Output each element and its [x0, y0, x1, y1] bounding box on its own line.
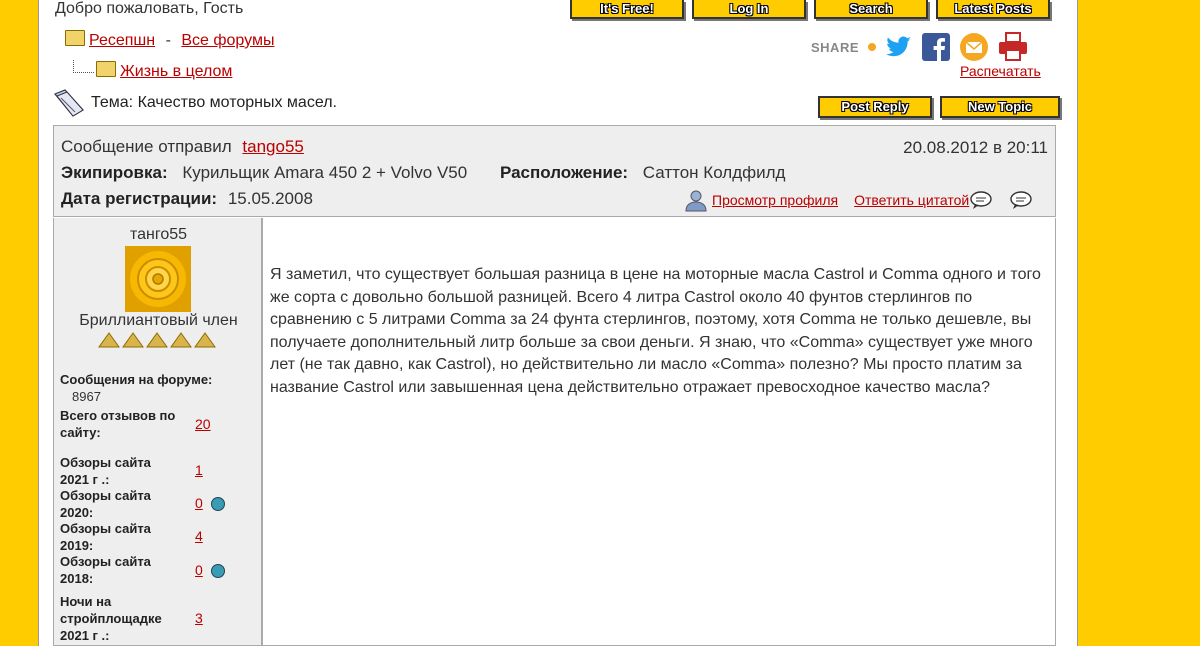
post-reply-button[interactable]: Post Reply	[818, 96, 932, 118]
search-button[interactable]: Search	[814, 0, 928, 19]
equipment-value: Курильщик Amara 450 2 + Volvo V50	[182, 163, 468, 182]
open-folder-icon	[96, 61, 116, 77]
rank-badge-icon	[122, 332, 144, 348]
new-topic-button[interactable]: New Topic	[940, 96, 1060, 118]
latest-posts-button[interactable]: Latest Posts	[936, 0, 1050, 19]
reviews-2021-link[interactable]: 1	[195, 462, 203, 478]
equipment-label: Экипировка:	[61, 163, 168, 182]
all-forums-link[interactable]: Все форумы	[181, 32, 274, 49]
registration-row: Дата регистрации: 15.05.2008	[61, 189, 313, 209]
twitter-icon[interactable]	[885, 35, 913, 59]
equipment-row: Экипировка: Курильщик Amara 450 2 + Volv…	[61, 163, 785, 183]
email-icon[interactable]	[959, 32, 989, 62]
user-sidebar: танго55 Бриллиантовый член Сообщения на …	[53, 218, 262, 646]
topic-title: Тема: Качество моторных масел.	[53, 88, 337, 118]
sent-by-label: Сообщение отправил	[61, 137, 232, 156]
post-author-row: Сообщение отправил tango55	[61, 137, 304, 157]
registration-date: 15.05.2008	[227, 189, 313, 208]
reply-quote-link[interactable]: Ответить цитатой	[854, 192, 969, 208]
post-date: 20.08.2012 в 20:11	[903, 138, 1048, 157]
nights-link[interactable]: 3	[195, 610, 203, 626]
tree-connector	[73, 60, 94, 73]
profile-links: Просмотр профиля Ответить цитатой	[684, 188, 1033, 212]
rank-badge-icon	[170, 332, 192, 348]
topic-label: Тема: Качество моторных масел.	[91, 94, 337, 111]
breadcrumb-separator: -	[165, 32, 171, 49]
login-button[interactable]: Log In	[692, 0, 806, 19]
location-label: Расположение:	[499, 163, 629, 182]
share-icon[interactable]	[867, 42, 877, 52]
location-value: Саттон Колдфилд	[642, 163, 786, 182]
reviews-2020-link[interactable]: 0	[195, 495, 203, 511]
user-rank: Бриллиантовый член	[79, 312, 238, 329]
reviews-2021-label: Обзоры сайта 2021 г .:	[60, 455, 151, 487]
reviews-2019-label: Обзоры сайта 2019:	[60, 521, 151, 553]
registration-label: Дата регистрации:	[61, 189, 218, 208]
its-free-button[interactable]: It's Free!	[570, 0, 684, 19]
top-nav: It's Free! Log In Search Latest Posts	[570, 0, 1050, 19]
printer-icon[interactable]	[997, 32, 1029, 62]
reply-bubble-icon[interactable]	[1009, 190, 1033, 210]
reviews-2020-label: Обзоры сайта 2020:	[60, 488, 151, 520]
share-bar: SHARE	[811, 32, 1029, 62]
forum-posts-value: 8967	[72, 389, 101, 404]
view-profile-link[interactable]: Просмотр профиля	[712, 192, 838, 208]
post-header: Сообщение отправил tango55 20.08.2012 в …	[53, 125, 1056, 217]
reception-link[interactable]: Ресепшн	[89, 32, 155, 49]
quote-bubble-icon[interactable]	[969, 190, 993, 210]
subforum-link[interactable]: Жизнь в целом	[120, 63, 232, 80]
user-name: танго55	[129, 226, 188, 243]
breadcrumb: Ресепшн - Все форумы	[65, 30, 274, 50]
reviews-2018-link[interactable]: 0	[195, 562, 203, 578]
topic-folder-icon	[54, 89, 84, 117]
rank-badge-icon	[98, 332, 120, 348]
rank-stars	[98, 332, 216, 348]
welcome-text: Добро пожаловать, Гость	[55, 0, 244, 17]
subforum-crumb: Жизнь в целом	[73, 60, 232, 81]
post-body-panel: Я заметил, что существует большая разниц…	[262, 218, 1056, 646]
rank-badge-icon	[146, 332, 168, 348]
print-link[interactable]: Распечатать	[960, 63, 1041, 79]
sad-face-icon	[211, 564, 225, 578]
sad-face-icon	[211, 497, 225, 511]
rank-badge-icon	[194, 332, 216, 348]
avatar	[125, 246, 191, 312]
user-profile-icon	[685, 190, 707, 212]
reviews-2019-link[interactable]: 4	[195, 528, 203, 544]
forum-posts-label: Сообщения на форуме:	[60, 372, 213, 387]
folder-icon	[65, 30, 85, 46]
post-body: Я заметил, что существует большая разниц…	[270, 266, 1041, 396]
facebook-icon[interactable]	[921, 32, 951, 62]
page-container: Добро пожаловать, Гость It's Free! Log I…	[38, 0, 1078, 646]
total-reviews-link[interactable]: 20	[195, 416, 211, 432]
author-link[interactable]: tango55	[242, 137, 303, 156]
nights-label: Ночи на стройплощадке 2021 г .:	[60, 594, 162, 643]
total-reviews-label: Всего отзывов по сайту:	[60, 408, 176, 440]
share-label: SHARE	[811, 39, 860, 55]
post-actions: Post Reply New Topic	[818, 96, 1060, 118]
reviews-2018-label: Обзоры сайта 2018:	[60, 554, 151, 586]
